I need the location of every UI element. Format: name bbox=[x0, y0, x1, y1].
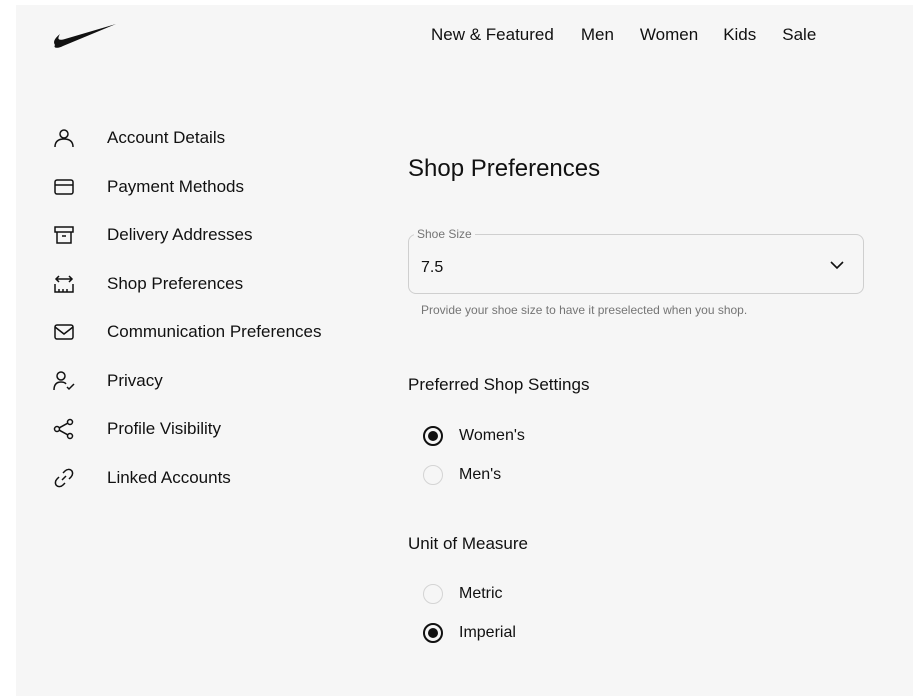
shoe-size-value: 7.5 bbox=[421, 259, 444, 276]
nav-sale[interactable]: Sale bbox=[782, 25, 816, 45]
sidebar-item-label: Account Details bbox=[107, 128, 226, 147]
shoe-size-helper: Provide your shoe size to have it presel… bbox=[421, 303, 748, 317]
sidebar-item-label: Payment Methods bbox=[107, 177, 245, 196]
radio-button[interactable] bbox=[423, 623, 443, 643]
sidebar-item-label: Linked Accounts bbox=[107, 468, 231, 487]
sidebar-item-shop-preferences[interactable]: Shop Preferences bbox=[52, 269, 243, 299]
shoe-size-select[interactable]: Shoe Size 7.5 bbox=[408, 227, 864, 294]
box-icon bbox=[52, 223, 76, 247]
sidebar-item-payment-methods[interactable]: Payment Methods bbox=[52, 172, 244, 202]
sidebar-item-account-details[interactable]: Account Details bbox=[52, 123, 225, 153]
sidebar-item-label: Delivery Addresses bbox=[107, 225, 253, 244]
radio-button[interactable] bbox=[423, 584, 443, 604]
radio-label: Men's bbox=[459, 466, 502, 483]
sidebar-item-delivery-addresses[interactable]: Delivery Addresses bbox=[52, 220, 253, 250]
preferred-shop-heading: Preferred Shop Settings bbox=[408, 375, 590, 394]
link-icon bbox=[52, 466, 76, 490]
radio-label: Imperial bbox=[459, 624, 516, 641]
user-icon bbox=[52, 126, 76, 150]
sidebar-item-label: Communication Preferences bbox=[107, 322, 322, 341]
radio-option-mens[interactable]: Men's bbox=[423, 465, 501, 485]
sidebar-item-linked-accounts[interactable]: Linked Accounts bbox=[52, 463, 231, 493]
radio-option-metric[interactable]: Metric bbox=[423, 584, 503, 604]
top-nav: New & Featured Men Women Kids Sale bbox=[431, 25, 816, 45]
radio-button[interactable] bbox=[423, 465, 443, 485]
sidebar-item-privacy[interactable]: Privacy bbox=[52, 366, 163, 396]
ruler-icon bbox=[52, 272, 76, 296]
page-panel: New & Featured Men Women Kids Sale Accou… bbox=[16, 5, 913, 696]
user-check-icon bbox=[52, 369, 76, 393]
radio-option-imperial[interactable]: Imperial bbox=[423, 623, 516, 643]
share-icon bbox=[52, 417, 76, 441]
shoe-size-label: Shoe Size bbox=[414, 227, 475, 241]
nav-new-featured[interactable]: New & Featured bbox=[431, 25, 554, 45]
nav-kids[interactable]: Kids bbox=[723, 25, 756, 45]
sidebar-item-communication-preferences[interactable]: Communication Preferences bbox=[52, 317, 321, 347]
radio-option-womens[interactable]: Women's bbox=[423, 426, 525, 446]
credit-card-icon bbox=[52, 175, 76, 199]
page-title: Shop Preferences bbox=[408, 155, 601, 182]
unit-of-measure-heading: Unit of Measure bbox=[408, 534, 528, 553]
sidebar-item-label: Shop Preferences bbox=[107, 274, 244, 293]
chevron-down-icon bbox=[830, 261, 844, 270]
nav-men[interactable]: Men bbox=[581, 25, 614, 45]
sidebar-item-label: Privacy bbox=[107, 371, 163, 390]
nav-women[interactable]: Women bbox=[640, 25, 698, 45]
mail-icon bbox=[52, 320, 76, 344]
radio-label: Women's bbox=[459, 427, 525, 444]
sidebar-item-label: Profile Visibility bbox=[107, 419, 222, 438]
radio-label: Metric bbox=[459, 585, 503, 602]
nike-swoosh-icon[interactable] bbox=[53, 23, 117, 49]
sidebar-item-profile-visibility[interactable]: Profile Visibility bbox=[52, 414, 221, 444]
radio-button[interactable] bbox=[423, 426, 443, 446]
